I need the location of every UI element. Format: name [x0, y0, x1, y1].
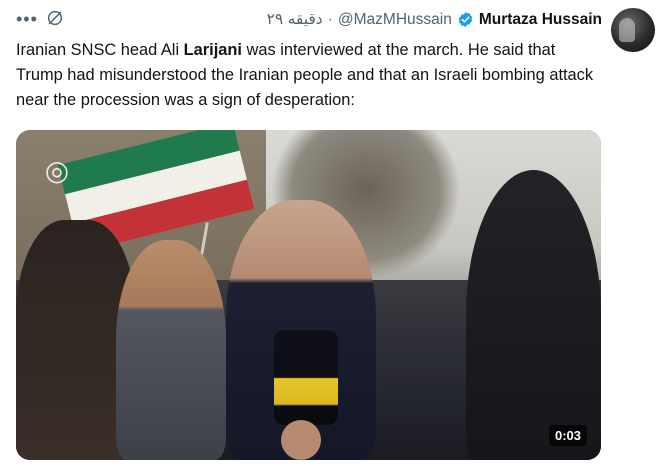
- hand: [281, 420, 321, 460]
- microphone: [274, 330, 338, 425]
- avatar[interactable]: [611, 8, 655, 52]
- video-duration-badge: 0:03: [548, 425, 587, 446]
- person-background: [116, 240, 226, 460]
- grok-icon[interactable]: [46, 9, 64, 27]
- tweet-header: ••• دقیقه ۲۹ · @MazMHussain Murtaza Huss…: [0, 0, 669, 52]
- tweet-text: Iranian SNSC head Ali Larijani was inter…: [16, 38, 606, 113]
- more-icon[interactable]: •••: [16, 9, 38, 30]
- video-player[interactable]: ◎ 0:03: [16, 130, 601, 460]
- tweet-text-part: Iranian SNSC head Ali: [16, 41, 184, 59]
- verified-badge-icon: [458, 12, 472, 27]
- separator: ·: [327, 10, 333, 28]
- timestamp[interactable]: دقیقه ۲۹: [267, 10, 323, 29]
- author-name[interactable]: Murtaza Hussain: [479, 11, 602, 29]
- broadcast-logo-icon: ◎: [44, 154, 70, 187]
- author-handle[interactable]: @MazMHussain: [338, 11, 452, 29]
- tweet-text-bold: Larijani: [183, 41, 242, 59]
- author-line: دقیقه ۲۹ · @MazMHussain Murtaza Hussain: [267, 10, 602, 29]
- person-right: [466, 170, 601, 460]
